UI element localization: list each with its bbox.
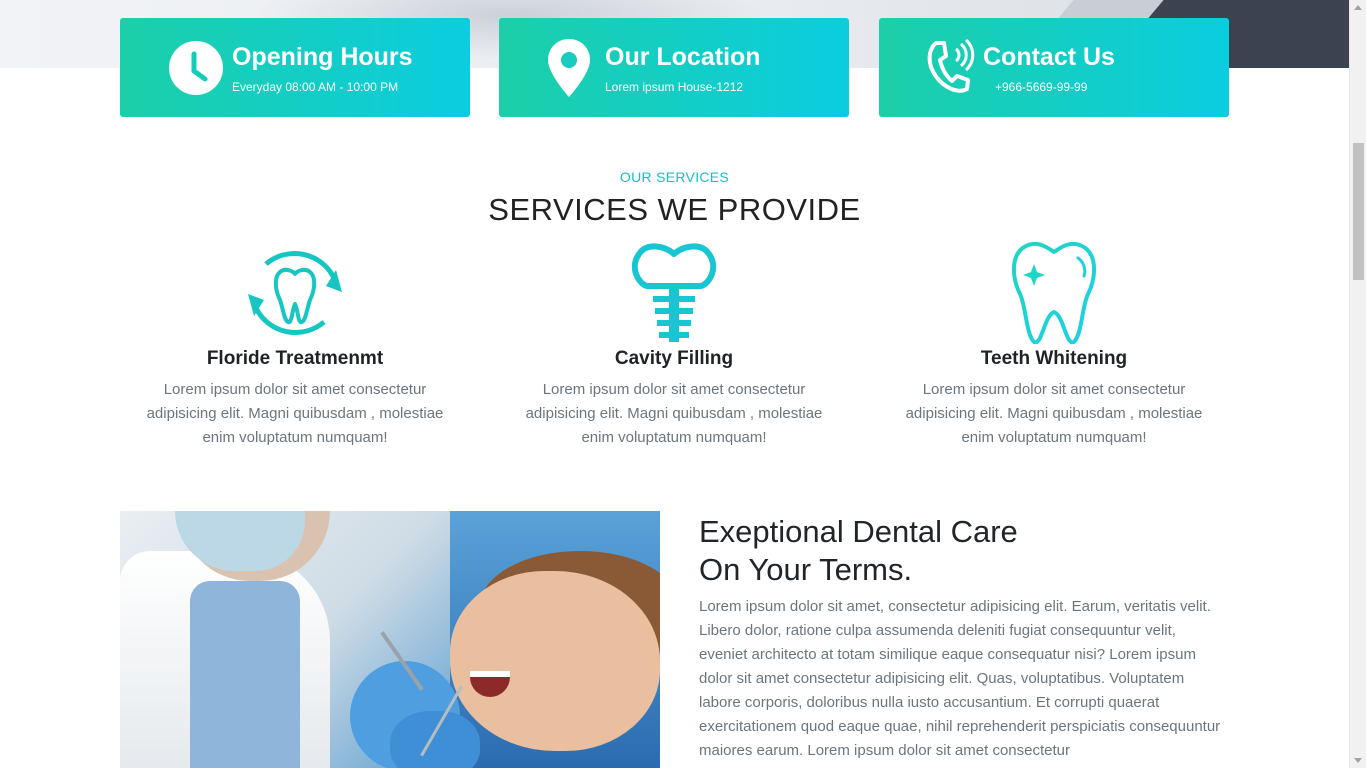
care-heading-line2: On Your Terms. xyxy=(699,552,913,587)
location-pin-icon xyxy=(541,38,597,97)
phone-icon xyxy=(923,38,979,96)
info-card-location: Our Location Lorem ipsum House-1212 xyxy=(499,18,849,117)
info-card-subtitle: Lorem ipsum House-1212 xyxy=(605,79,744,94)
dental-implant-icon xyxy=(499,240,849,344)
info-card-contact: Contact Us +966-5669-99-99 xyxy=(879,18,1229,117)
info-card-opening-hours: Opening Hours Everyday 08:00 AM - 10:00 … xyxy=(120,18,470,117)
service-description: Lorem ipsum dolor sit amet consectetur a… xyxy=(146,381,444,446)
tooth-cycle-icon xyxy=(120,240,470,344)
service-floride: Floride Treatmenmt Lorem ipsum dolor sit… xyxy=(120,240,470,450)
sparkling-tooth-icon xyxy=(879,240,1229,344)
services-eyebrow: OUR SERVICES xyxy=(619,169,730,185)
page-scrollbar[interactable] xyxy=(1349,0,1366,768)
service-cavity-filling: Cavity Filling Lorem ipsum dolor sit ame… xyxy=(499,240,849,450)
service-teeth-whitening: Teeth Whitening Lorem ipsum dolor sit am… xyxy=(879,240,1229,450)
scroll-up-icon[interactable] xyxy=(1354,5,1362,10)
service-name: Cavity Filling xyxy=(614,348,734,369)
scrollbar-thumb[interactable] xyxy=(1353,143,1364,280)
care-heading: Exeptional Dental Care On Your Terms. xyxy=(699,513,1219,589)
info-card-subtitle: +966-5669-99-99 xyxy=(995,79,1088,94)
scroll-down-icon[interactable] xyxy=(1354,758,1362,763)
dentist-with-child-photo xyxy=(120,511,660,768)
service-name: Floride Treatmenmt xyxy=(206,348,384,369)
info-card-title: Contact Us xyxy=(983,42,1115,71)
care-paragraph: Lorem ipsum dolor sit amet, consectetur … xyxy=(699,598,1221,759)
service-description: Lorem ipsum dolor sit amet consectetur a… xyxy=(905,381,1203,446)
care-heading-line1: Exeptional Dental Care xyxy=(699,514,1018,549)
service-description: Lorem ipsum dolor sit amet consectetur a… xyxy=(525,381,823,446)
info-card-title: Our Location xyxy=(605,42,761,71)
info-card-subtitle: Everyday 08:00 AM - 10:00 PM xyxy=(232,79,399,94)
info-card-title: Opening Hours xyxy=(232,42,413,71)
clock-icon xyxy=(168,40,224,96)
service-name: Teeth Whitening xyxy=(980,348,1128,369)
services-title: SERVICES WE PROVIDE xyxy=(488,192,861,227)
